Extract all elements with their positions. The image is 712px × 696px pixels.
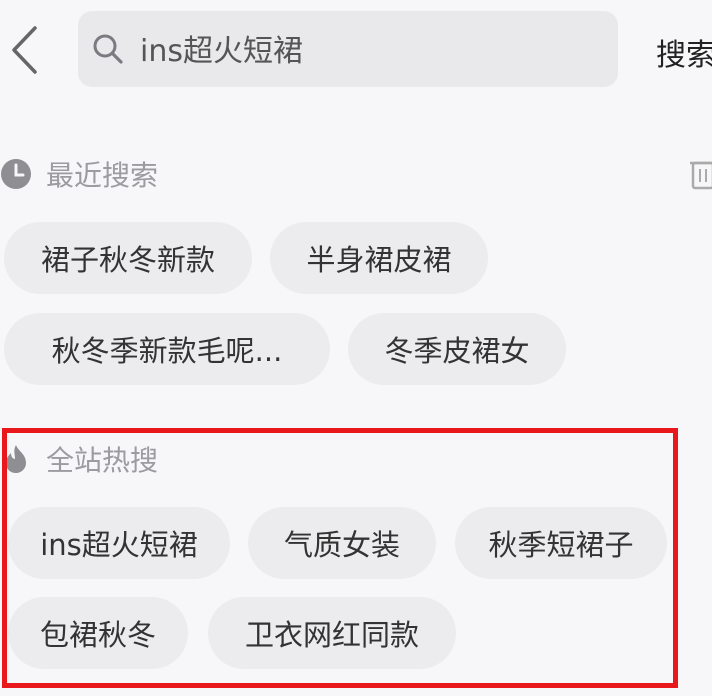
trash-icon[interactable] — [690, 157, 712, 191]
search-icon — [93, 34, 123, 64]
hot-search-header: 全站热搜 — [0, 439, 158, 479]
hot-search-chip[interactable]: 秋季短裙子 — [455, 507, 667, 579]
recent-search-chip[interactable]: 半身裙皮裙 — [270, 222, 488, 294]
hot-search-chip[interactable]: ins超火短裙 — [8, 507, 230, 579]
recent-search-chip[interactable]: 裙子秋冬新款 — [4, 222, 252, 294]
recent-search-title: 最近搜索 — [46, 159, 159, 192]
hot-search-title: 全站热搜 — [46, 444, 159, 477]
search-button[interactable]: 搜索 — [656, 30, 712, 74]
search-input[interactable] — [140, 25, 600, 71]
chevron-left-icon — [12, 26, 37, 74]
flame-icon — [0, 443, 32, 475]
top-bar: 搜索 — [0, 0, 712, 110]
hot-search-chip[interactable]: 包裙秋冬 — [8, 597, 188, 669]
recent-search-header: 最近搜索 — [0, 154, 158, 194]
hot-search-chip[interactable]: 气质女装 — [248, 507, 436, 579]
recent-search-chip[interactable]: 冬季皮裙女 — [348, 313, 566, 385]
recent-search-chip[interactable]: 秋冬季新款毛呢... — [4, 313, 330, 385]
search-box[interactable] — [78, 11, 618, 87]
back-button[interactable] — [4, 20, 44, 80]
clock-icon — [0, 158, 32, 190]
hot-search-chip[interactable]: 卫衣网红同款 — [208, 597, 456, 669]
